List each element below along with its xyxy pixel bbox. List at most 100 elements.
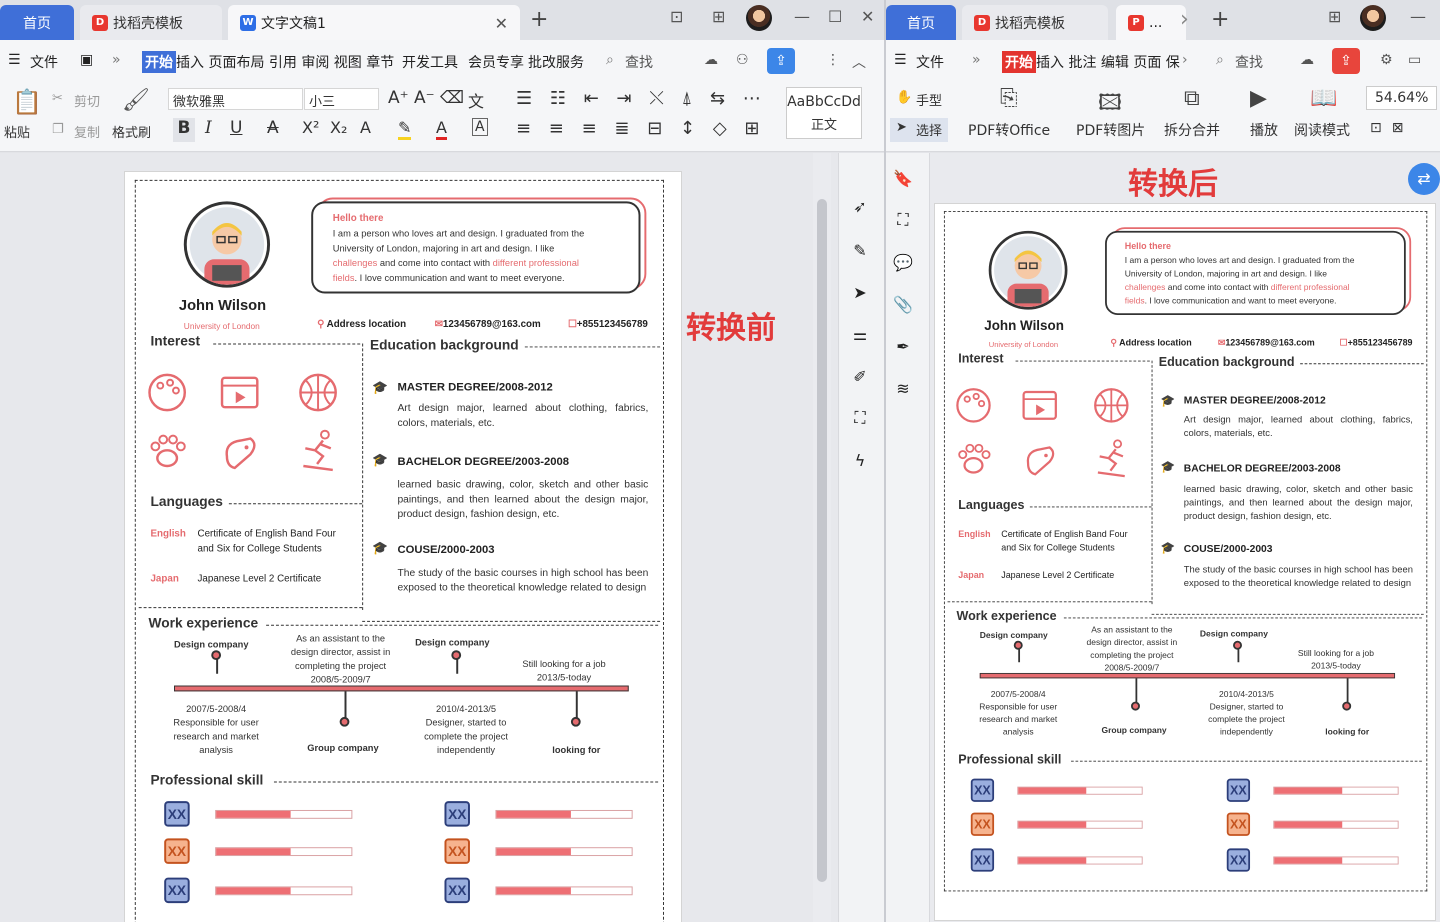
cursor-icon[interactable]: ➤ <box>849 281 871 303</box>
hamburger-icon[interactable]: ☰ <box>8 52 21 68</box>
pdf-to-office-icon[interactable]: ⎘ <box>1000 86 1018 111</box>
bold-icon[interactable]: B <box>173 118 195 142</box>
new-tab-icon[interactable]: + <box>530 9 548 31</box>
minimize-icon-right[interactable]: — <box>1410 7 1426 26</box>
search-icon-right[interactable]: ⌕ <box>1216 52 1224 68</box>
menu-start-right[interactable]: 开始 <box>1002 51 1036 73</box>
tab-template[interactable]: D 找稻壳模板 <box>80 5 222 40</box>
split-merge-icon[interactable]: ⧉ <box>1184 86 1200 111</box>
menu-search[interactable]: 查找 <box>625 52 653 72</box>
edit-shape-icon[interactable]: ✐ <box>849 365 871 387</box>
tab-template-right[interactable]: D 找稻壳模板 <box>962 5 1108 40</box>
new-tab-icon-right[interactable]: + <box>1211 9 1229 31</box>
menu-batch-service[interactable]: 批改服务 <box>528 52 584 72</box>
pdf-to-image-icon[interactable]: 🖾 <box>1098 86 1122 124</box>
menu-file-right[interactable]: 文件 <box>916 52 944 72</box>
window-mode-icon[interactable]: ⊡ <box>670 7 683 26</box>
cloud-sync-icon[interactable]: ☁ <box>704 52 718 68</box>
hamburger-icon-right[interactable]: ☰ <box>894 52 907 68</box>
tab-pdf-document[interactable]: P... <box>1116 5 1186 40</box>
cut-icon[interactable]: ✂ <box>52 91 63 106</box>
char-border-icon[interactable]: A <box>472 118 488 136</box>
subscript-icon[interactable]: X₂ <box>330 118 347 137</box>
paste-icon[interactable]: 📋 <box>12 88 42 116</box>
vertical-scrollbar[interactable] <box>813 153 831 922</box>
tab-home[interactable]: 首页 <box>0 5 74 40</box>
minimize-icon[interactable]: — <box>794 7 810 26</box>
format-painter-button[interactable]: 格式刷 <box>112 122 151 141</box>
rocket-icon[interactable]: ➶ <box>849 195 871 217</box>
menu-search-right[interactable]: 查找 <box>1235 52 1263 72</box>
image-tool-icon[interactable]: ⛶ <box>849 407 871 429</box>
superscript-icon[interactable]: X² <box>302 118 319 137</box>
menu-file[interactable]: 文件 <box>30 52 58 72</box>
share-button[interactable]: ⇪ <box>767 48 795 74</box>
comment-icon[interactable]: 💬 <box>892 251 914 273</box>
lightning-icon[interactable]: ϟ <box>849 449 871 471</box>
pdf-to-image-button[interactable]: PDF转图片 <box>1076 120 1145 140</box>
layers-icon[interactable]: ≋ <box>892 377 914 399</box>
more-options-icon[interactable]: ⋮ <box>826 52 840 68</box>
more-chevron-icon[interactable]: » <box>112 52 121 68</box>
pinyin-icon[interactable]: 文 <box>468 88 484 112</box>
font-name-select[interactable]: 微软雅黑 <box>168 88 303 110</box>
menu-member[interactable]: 会员专享 <box>468 52 524 72</box>
zoom-input[interactable]: 54.64% <box>1366 86 1438 110</box>
grid-apps-icon[interactable]: ⊞ <box>712 7 725 26</box>
read-mode-icon[interactable]: 📖 <box>1310 86 1337 111</box>
close-window-icon[interactable]: ✕ <box>861 7 874 26</box>
fit-page-icons[interactable]: ⊡⊠ <box>1370 120 1413 136</box>
cloud-sync-icon-right[interactable]: ☁ <box>1300 52 1314 68</box>
close-tab-icon[interactable]: ✕ <box>495 14 508 33</box>
strikethrough-icon[interactable]: A <box>267 118 279 138</box>
share-button-right[interactable]: ⇪ <box>1332 48 1360 74</box>
user-avatar-right[interactable] <box>1360 5 1386 31</box>
split-merge-button[interactable]: 拆分合并 <box>1164 120 1220 140</box>
float-convert-button[interactable]: ⇄ <box>1408 163 1440 195</box>
italic-icon[interactable]: I <box>205 118 212 138</box>
settings-gear-icon[interactable]: ⚙ <box>1380 52 1393 68</box>
maximize-icon[interactable]: ☐ <box>828 7 842 26</box>
pen-icon[interactable]: ✎ <box>849 239 871 261</box>
read-mode-button[interactable]: 阅读模式 <box>1294 120 1350 140</box>
user-avatar[interactable] <box>746 5 772 31</box>
signature-icon[interactable]: ✒ <box>892 335 914 357</box>
play-icon[interactable]: ▶ <box>1250 86 1267 111</box>
sliders-icon[interactable]: ⚌ <box>849 323 871 345</box>
underline-icon[interactable]: U <box>230 118 242 138</box>
cut-button[interactable]: 剪切 <box>74 91 100 110</box>
message-icon[interactable]: ▭ <box>1408 52 1421 68</box>
more-chevron-icon-right[interactable]: » <box>972 52 981 68</box>
menu-items-right[interactable]: 插入 批注 编辑 页面 保 <box>1036 52 1180 72</box>
menu-start[interactable]: 开始 <box>142 51 176 73</box>
menu-dev-tools[interactable]: 开发工具 <box>402 52 458 72</box>
hand-icon[interactable]: ✋ <box>896 90 912 105</box>
style-gallery[interactable]: AaBbCcDd 正文 <box>786 87 862 139</box>
font-size-select[interactable]: 小三 <box>304 88 379 110</box>
menu-items[interactable]: 插入 页面布局 引用 审阅 视图 章节 <box>176 52 394 72</box>
bookmark-icon[interactable]: 🔖 <box>892 167 914 189</box>
play-button[interactable]: 播放 <box>1250 120 1278 140</box>
font-grow-icon[interactable]: A⁺ A⁻ <box>388 88 435 108</box>
tab-document[interactable]: W 文字文稿1 ✕ <box>228 5 520 40</box>
search-icon[interactable]: ⌕ <box>606 52 614 68</box>
scroll-thumb[interactable] <box>817 199 827 882</box>
select-tool-button[interactable]: 选择 <box>916 120 942 139</box>
text-effect-icon[interactable]: A <box>360 118 371 137</box>
alignment-icons[interactable]: ≡ ≡ ≡ ≣ ⊟ ↕ ◇ ⊞ <box>516 118 765 139</box>
highlight-icon[interactable]: ✎ <box>398 118 412 140</box>
thumbnail-icon[interactable]: ⛶ <box>892 209 914 231</box>
pdf-to-office-button[interactable]: PDF转Office <box>968 120 1050 140</box>
copy-button[interactable]: 复制 <box>74 122 100 141</box>
tab-home-right[interactable]: 首页 <box>886 5 956 40</box>
list-format-icons[interactable]: ☰ ☷ ⇤ ⇥ ⤬ ⍋ ⇆ ⋯ <box>516 88 767 109</box>
menu-more-icon-right[interactable]: › <box>1182 52 1188 68</box>
clear-format-icon[interactable]: ⌫ <box>440 88 464 108</box>
copy-icon[interactable]: ❐ <box>52 122 64 137</box>
select-cursor-icon[interactable]: ➤ <box>896 120 907 135</box>
font-color-icon[interactable]: A <box>436 118 447 140</box>
hand-tool-button[interactable]: 手型 <box>916 90 942 109</box>
paste-button[interactable]: 粘贴 <box>4 122 30 141</box>
attachment-icon[interactable]: 📎 <box>892 293 914 315</box>
tab-scroll-right-icon[interactable]: › <box>1180 9 1189 31</box>
